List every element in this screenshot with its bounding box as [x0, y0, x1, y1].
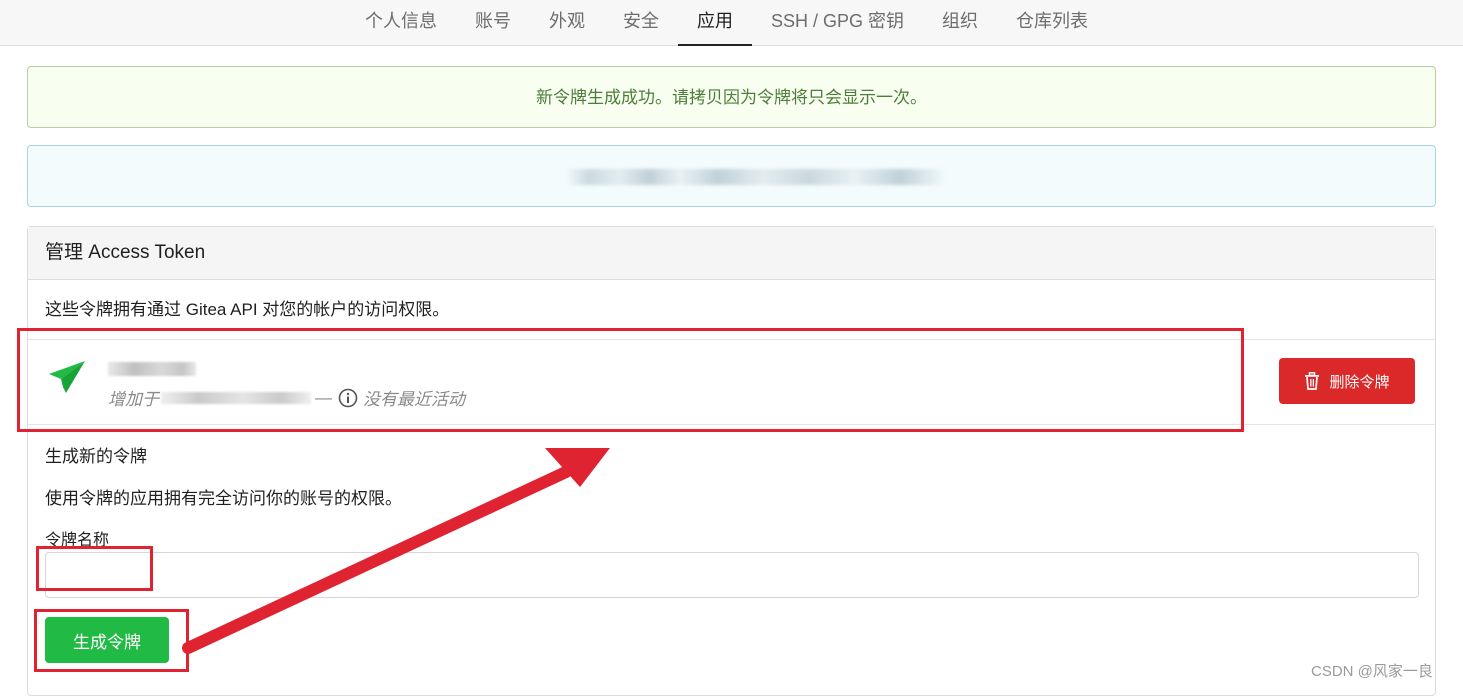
- token-added-prefix: 增加于: [108, 390, 159, 409]
- token-name-label: 令牌名称: [45, 532, 110, 549]
- tab-profile[interactable]: 个人信息: [346, 0, 456, 46]
- token-meta: 增加于 — 没有最近活动: [108, 385, 465, 410]
- tab-repositories[interactable]: 仓库列表: [997, 0, 1107, 46]
- token-value-box: [27, 145, 1436, 207]
- redacted-token-name: [108, 362, 196, 376]
- token-name-input[interactable]: [45, 552, 1419, 598]
- delete-token-label: 删除令牌: [1329, 373, 1390, 391]
- tab-ssh-gpg-keys[interactable]: SSH / GPG 密钥: [752, 0, 923, 46]
- panel-description: 这些令牌拥有通过 Gitea API 对您的帐户的访问权限。: [45, 300, 450, 319]
- settings-nav: 个人信息 账号 外观 安全 应用 SSH / GPG 密钥 组织 仓库列表: [0, 0, 1463, 46]
- tab-security[interactable]: 安全: [604, 0, 678, 46]
- access-token-panel: 管理 Access Token 这些令牌拥有通过 Gitea API 对您的帐户…: [27, 226, 1436, 696]
- generate-token-description: 使用令牌的应用拥有完全访问你的账号的权限。: [45, 489, 402, 508]
- send-icon: [49, 361, 85, 393]
- generate-token-title: 生成新的令牌: [45, 447, 147, 466]
- tab-organizations[interactable]: 组织: [923, 0, 997, 46]
- redacted-token-value: [566, 169, 946, 185]
- success-message: 新令牌生成成功。请拷贝因为令牌将只会显示一次。: [27, 66, 1436, 128]
- redacted-token-date: [161, 391, 311, 404]
- info-icon: [338, 388, 358, 407]
- token-separator: —: [315, 387, 332, 407]
- tab-applications[interactable]: 应用: [678, 0, 752, 46]
- divider: [28, 424, 1435, 425]
- watermark: CSDN @风家一良: [1311, 663, 1433, 680]
- divider: [28, 339, 1435, 340]
- tab-account[interactable]: 账号: [456, 0, 530, 46]
- token-activity: 没有最近活动: [363, 390, 465, 409]
- settings-tabs: 个人信息 账号 外观 安全 应用 SSH / GPG 密钥 组织 仓库列表: [346, 0, 1107, 46]
- delete-token-button[interactable]: 删除令牌: [1279, 358, 1415, 404]
- tab-appearance[interactable]: 外观: [530, 0, 604, 46]
- panel-title: 管理 Access Token: [28, 227, 1435, 280]
- generate-token-button[interactable]: 生成令牌: [45, 617, 169, 663]
- trash-icon: [1305, 372, 1320, 390]
